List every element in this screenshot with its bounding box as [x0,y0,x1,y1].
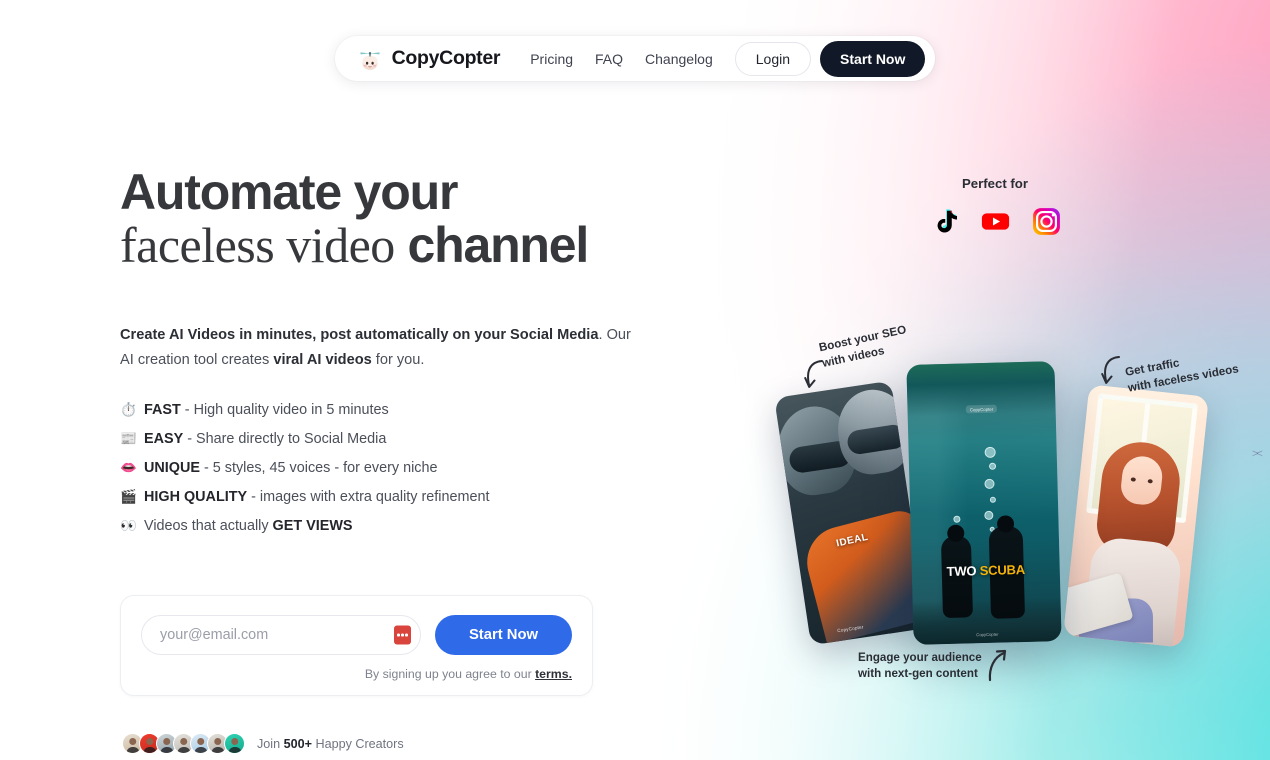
phone-mockup-racing: IDEAL CopyCopter [774,380,928,646]
feature-text: Videos that actually GET VIEWS [144,519,353,533]
platform-icons [905,207,1085,236]
annotation-engage-audience: Engage your audience with next-gen conte… [858,650,982,683]
sea-floor [912,597,1062,645]
hero-content: Automate your faceless video channel Cre… [120,166,680,548]
feature-desc: - images with extra quality refinement [247,488,490,505]
headline-line-1: Automate your [120,164,458,220]
lips-icon: 👄 [120,460,137,475]
feature-label: HIGH QUALITY [144,488,248,505]
feature-text: UNIQUE - 5 styles, 45 voices - for every… [144,461,438,475]
nav-link-changelog[interactable]: Changelog [645,51,713,67]
curved-arrow-down-left-icon [1101,356,1120,384]
feature-desc: Videos that actually [144,517,273,534]
feature-text: EASY - Share directly to Social Media [144,432,386,446]
feature-item-get-views: 👀 Videos that actually GET VIEWS [120,519,680,533]
brand-logo-link[interactable]: CopyCopter [357,46,501,72]
headline-line-2: faceless video channel [120,219,680,272]
proof-count: 500+ [283,736,312,751]
feature-item-fast: ⏱️ FAST - High quality video in 5 minute… [120,403,680,417]
page-title: Automate your faceless video channel [120,166,680,272]
feature-item-unique: 👄 UNIQUE - 5 styles, 45 voices - for eve… [120,461,680,475]
phone-mockup-illustration [1063,384,1209,648]
instagram-icon[interactable] [1032,207,1061,236]
hero-subheadline: Create AI Videos in minutes, post automa… [120,323,636,373]
nav-link-pricing[interactable]: Pricing [530,51,573,67]
navbar: CopyCopter Pricing FAQ Changelog Login S… [334,36,936,81]
headline-serif-part: faceless video [120,217,395,273]
avatar [224,733,245,754]
terms-link[interactable]: terms. [535,667,572,681]
proof-prefix: Join [257,736,284,751]
email-field-wrapper [141,615,421,655]
subhead-text-2: for you. [371,352,425,369]
feature-text: HIGH QUALITY - images with extra quality… [144,490,489,504]
start-now-submit-button[interactable]: Start Now [434,615,572,655]
feature-text: FAST - High quality video in 5 minutes [144,403,389,417]
proof-suffix: Happy Creators [311,736,404,751]
feature-list: ⏱️ FAST - High quality video in 5 minute… [120,403,680,533]
signup-row: Start Now [141,615,572,655]
feature-label: EASY [144,431,184,448]
feature-label: FAST [144,402,181,419]
email-input[interactable] [141,615,421,655]
feature-item-easy: 📰 EASY - Share directly to Social Media [120,432,680,446]
curved-arrow-down-left-icon [804,360,823,388]
login-button[interactable]: Login [734,41,812,76]
phone-mockup-scuba: CopyCopter TWO SCUBA CopyCopter [906,361,1062,645]
curved-arrow-up-right-icon [988,649,1007,682]
feature-desc: - 5 styles, 45 voices - for every niche [199,460,438,476]
signup-form-card: Start Now By signing up you agree to our… [120,595,593,696]
scuba-watermark-top: CopyCopter [965,404,998,414]
dot [397,633,400,637]
nav-links: Pricing FAQ Changelog [530,51,713,67]
headline-bold-part: channel [407,217,590,273]
annotation-line-1: Engage your audience [858,651,982,664]
perfect-for-section: Perfect for [905,176,1085,236]
dot [405,633,408,637]
social-proof: Join 500+ Happy Creators [122,733,404,754]
navbar-container: CopyCopter Pricing FAQ Changelog Login S… [0,36,1270,81]
edge-decoration-mark: >< [1252,448,1263,460]
feature-label: UNIQUE [144,460,200,476]
nav-link-faq[interactable]: FAQ [595,51,623,67]
tiktok-icon[interactable] [930,207,959,236]
stopwatch-icon: ⏱️ [120,402,137,418]
feature-desc: - Share directly to Social Media [183,431,387,448]
dot [401,633,404,637]
scuba-watermark-bottom: CopyCopter [976,631,999,638]
caption-white-part: TWO [946,563,980,580]
subhead-emphasis-1: Create AI Videos in minutes, post automa… [120,327,599,343]
clapper-board-icon: 🎬 [120,488,137,504]
feature-desc: - High quality video in 5 minutes [180,402,389,419]
terms-notice: By signing up you agree to our terms. [141,667,572,681]
newspaper-icon: 📰 [120,431,137,447]
social-proof-text: Join 500+ Happy Creators [257,737,404,751]
perfect-for-label: Perfect for [962,176,1028,191]
helicopter-egg-logo-icon [357,46,383,72]
eyes-icon: 👀 [120,517,137,533]
avatar-stack [122,733,245,754]
bubble [989,496,996,503]
terms-prefix: By signing up you agree to our [364,667,536,681]
feature-item-high-quality: 🎬 HIGH QUALITY - images with extra quali… [120,490,680,504]
landing-page: CopyCopter Pricing FAQ Changelog Login S… [0,0,1270,760]
annotation-line-2: with next-gen content [858,667,978,681]
subhead-emphasis-2: viral AI videos [273,352,372,369]
youtube-icon[interactable] [981,207,1010,236]
feature-label: GET VIEWS [272,517,353,534]
brand-name: CopyCopter [391,47,501,69]
password-manager-autofill-icon[interactable] [393,625,411,645]
caption-yellow-part: SCUBA [979,561,1026,579]
start-now-nav-button[interactable]: Start Now [820,40,926,77]
